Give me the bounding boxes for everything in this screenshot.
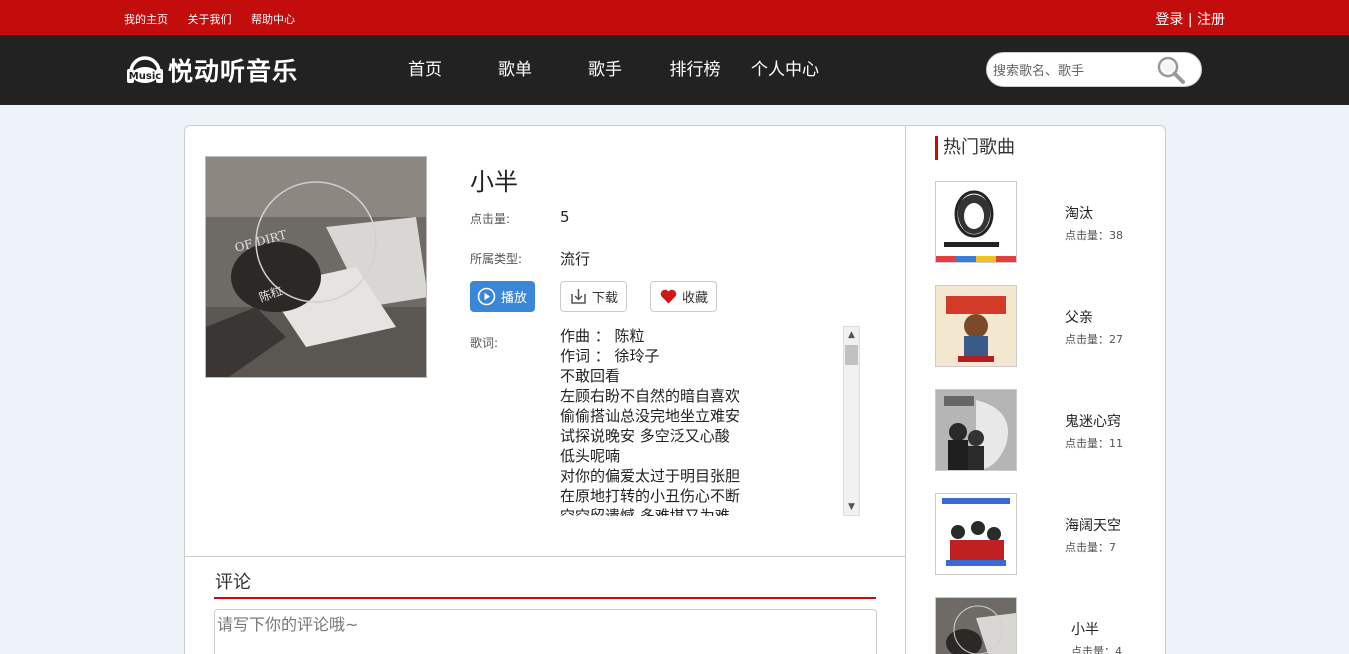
hot-song-hits: 点击量：4 xyxy=(1071,645,1122,654)
hot-song-name: 淘汰 xyxy=(1065,206,1093,222)
lyric-line: 作词 ： 徐玲子 xyxy=(560,347,660,365)
hot-song-cover xyxy=(935,285,1017,367)
comment-underline xyxy=(214,597,876,599)
lyric-line: 空空留遗憾 多难堪又为难 xyxy=(560,507,730,516)
lyrics-lines: 作曲 ： 陈粒 作词 ： 徐玲子 不敢回看 左顾右盼不自然的暗自喜欢 偷偷搭讪总… xyxy=(560,326,840,516)
comment-title: 评论 xyxy=(215,572,251,593)
hot-song-name: 鬼迷心窍 xyxy=(1065,414,1121,430)
hot-song-name: 父亲 xyxy=(1065,310,1093,326)
main-nav: Music 悦动听音乐 首页 歌单 歌手 排行榜 个人中心 xyxy=(0,35,1349,105)
hot-song-hits: 点击量：7 xyxy=(1065,541,1116,554)
lyric-line: 偷偷搭讪总没完地坐立难安 xyxy=(560,407,741,425)
search-button[interactable] xyxy=(1155,55,1187,85)
nav-item-profile[interactable]: 个人中心 xyxy=(740,35,830,105)
lyric-line: 对你的偏爱太过于明目张胆 xyxy=(560,467,741,485)
play-circle-icon xyxy=(477,287,496,306)
hot-song-item[interactable]: 小半 点击量：4 xyxy=(935,597,1135,654)
play-button[interactable]: 播放 xyxy=(470,281,535,312)
hot-song-item[interactable]: 鬼迷心窍 点击量：11 xyxy=(935,389,1135,471)
auth-separator: | xyxy=(1187,12,1193,28)
sidebar-divider xyxy=(905,126,906,654)
download-label: 下载 xyxy=(592,291,619,306)
album-cover: OF DIRT 陈粒 xyxy=(205,156,427,378)
site-logo[interactable]: Music 悦动听音乐 xyxy=(126,50,298,90)
heart-icon xyxy=(660,289,677,304)
nav-item-home[interactable]: 首页 xyxy=(380,35,470,105)
headphones-logo-icon: Music xyxy=(126,52,164,88)
nav-item-singers[interactable]: 歌手 xyxy=(560,35,650,105)
lyric-line: 作曲 ： 陈粒 xyxy=(560,327,645,345)
hot-song-cover xyxy=(935,597,1017,654)
lyric-line: 左顾右盼不自然的暗自喜欢 xyxy=(560,387,741,405)
logo-text: 悦动听音乐 xyxy=(168,57,299,86)
hot-song-cover xyxy=(935,389,1017,471)
lyric-line: 试探说晚安 多空泛又心酸 xyxy=(560,427,730,445)
hot-song-name: 小半 xyxy=(1071,622,1099,638)
nav-menu: 首页 歌单 歌手 排行榜 个人中心 xyxy=(380,35,830,105)
comment-divider xyxy=(185,556,905,557)
top-links: 我的主页 关于我们 帮助中心 xyxy=(124,11,311,27)
download-button[interactable]: 下载 xyxy=(560,281,627,312)
scroll-thumb[interactable] xyxy=(845,345,858,365)
search-icon xyxy=(1157,56,1185,84)
hot-song-hits: 点击量：38 xyxy=(1065,229,1123,242)
lyrics-scrollbar[interactable]: ▲ ▼ xyxy=(843,326,860,516)
lyric-line: 不敢回看 xyxy=(560,367,621,385)
hot-song-cover xyxy=(935,181,1017,263)
search-box xyxy=(986,52,1202,87)
svg-text:Music: Music xyxy=(129,71,161,82)
hot-song-name: 海阔天空 xyxy=(1065,518,1121,534)
lyric-line: 在原地打转的小丑伤心不断 xyxy=(560,487,741,505)
hot-song-hits: 点击量：27 xyxy=(1065,333,1123,346)
help-center-link[interactable]: 帮助中心 xyxy=(251,13,295,26)
scroll-up-arrow-icon[interactable]: ▲ xyxy=(844,327,859,343)
lyrics-panel[interactable]: 作曲 ： 陈粒 作词 ： 徐玲子 不敢回看 左顾右盼不自然的暗自喜欢 偷偷搭讪总… xyxy=(560,326,860,516)
login-link[interactable]: 登录 xyxy=(1155,12,1183,28)
lyrics-label: 歌词: xyxy=(470,336,499,350)
hot-song-cover xyxy=(935,493,1017,575)
type-label: 所属类型: xyxy=(470,252,523,266)
song-title: 小半 xyxy=(470,168,518,196)
search-input[interactable] xyxy=(993,61,1153,81)
hits-label: 点击量: xyxy=(470,212,511,226)
play-label: 播放 xyxy=(501,291,528,306)
hot-song-item[interactable]: 淘汰 点击量：38 xyxy=(935,181,1135,263)
my-home-link[interactable]: 我的主页 xyxy=(124,13,168,26)
hot-song-item[interactable]: 父亲 点击量：27 xyxy=(935,285,1135,367)
hot-song-item[interactable]: 海阔天空 点击量：7 xyxy=(935,493,1135,575)
nav-item-charts[interactable]: 排行榜 xyxy=(650,35,740,105)
lyric-line: 低头呢喃 xyxy=(560,447,621,465)
comment-input[interactable] xyxy=(214,609,877,654)
hits-value: 5 xyxy=(560,208,570,226)
register-link[interactable]: 注册 xyxy=(1197,12,1225,28)
nav-item-playlists[interactable]: 歌单 xyxy=(470,35,560,105)
about-us-link[interactable]: 关于我们 xyxy=(188,13,232,26)
type-value: 流行 xyxy=(560,250,591,268)
hot-songs-title: 热门歌曲 xyxy=(935,136,1015,160)
scroll-down-arrow-icon[interactable]: ▼ xyxy=(844,499,859,515)
favorite-button[interactable]: 收藏 xyxy=(650,281,717,312)
auth-links: 登录 | 注册 xyxy=(1155,9,1225,29)
favorite-label: 收藏 xyxy=(682,291,709,306)
top-bar: 我的主页 关于我们 帮助中心 登录 | 注册 xyxy=(0,0,1349,35)
download-icon xyxy=(570,288,587,305)
hot-song-hits: 点击量：11 xyxy=(1065,437,1123,450)
